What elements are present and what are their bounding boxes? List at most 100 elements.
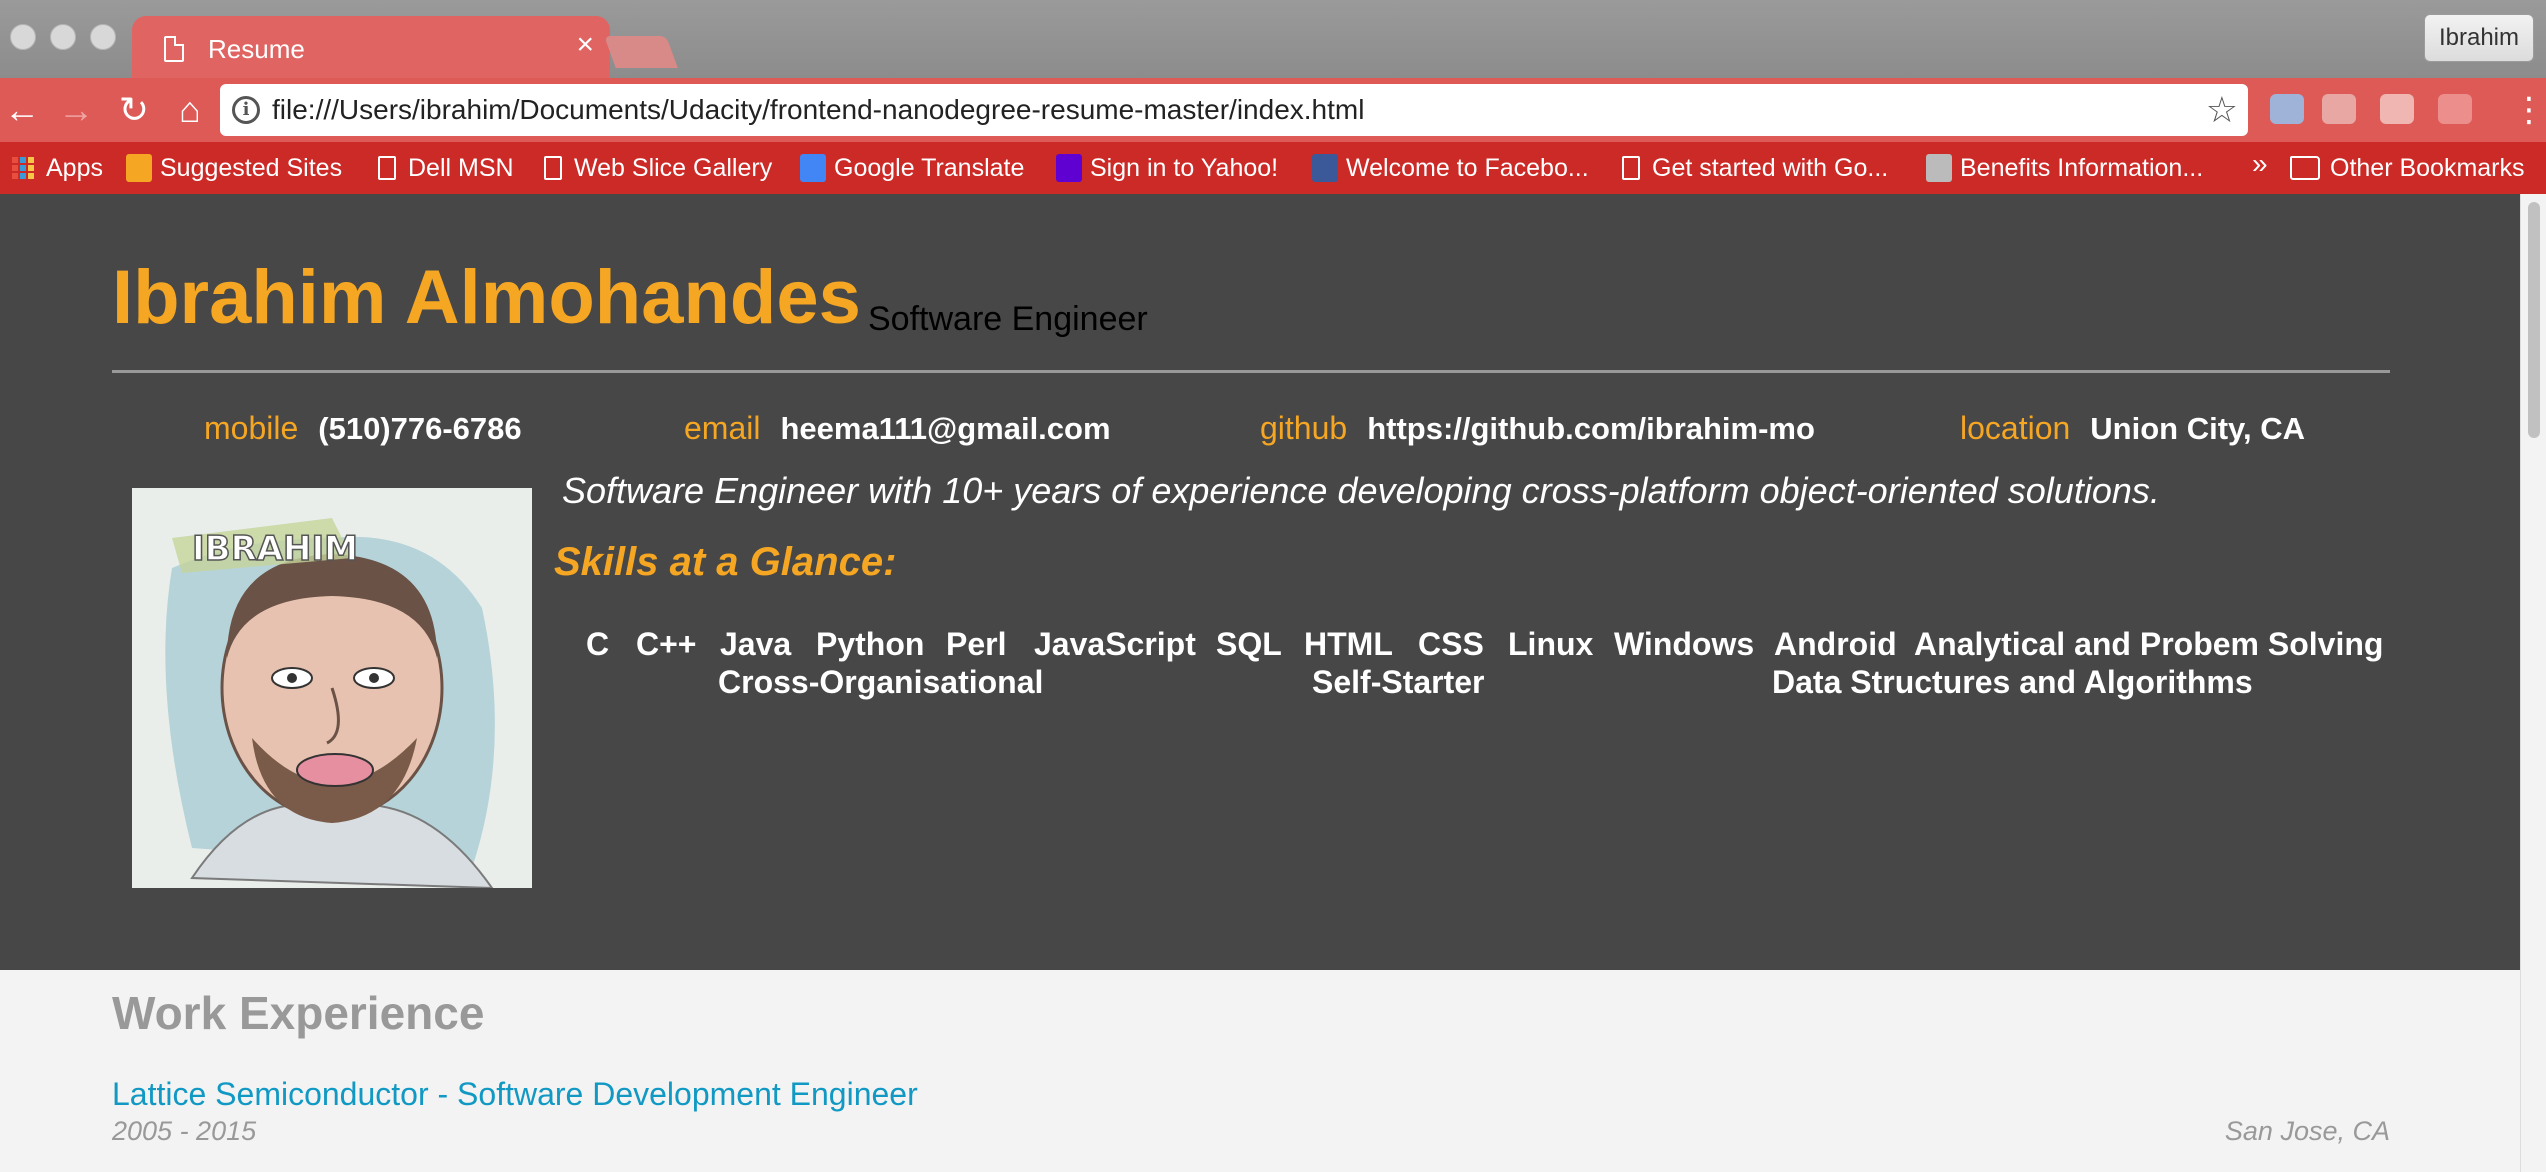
welcome-message: Software Engineer with 10+ years of expe… xyxy=(562,470,2160,511)
pdf-extension-icon[interactable] xyxy=(2322,94,2356,124)
bookmarks-bar: Apps Suggested Sites Dell MSN Web Slice … xyxy=(0,142,2546,194)
dropbox-extension-icon[interactable] xyxy=(2438,94,2472,124)
contact-label: github xyxy=(1260,410,1348,446)
bookmark-label: Benefits Information... xyxy=(1960,153,2204,182)
bookmark-label: Other Bookmarks xyxy=(2330,153,2525,182)
page-icon xyxy=(378,156,396,180)
contact-value: (510)776-6786 xyxy=(318,411,522,446)
skill-item: CSS xyxy=(1418,626,1484,662)
facebook-icon xyxy=(1312,154,1338,182)
bookmarks-overflow-chevron-icon[interactable]: » xyxy=(2252,148,2268,180)
bookmark-other-bookmarks[interactable]: Other Bookmarks xyxy=(2290,151,2525,185)
resume-header: Ibrahim Almohandes Software Engineer mob… xyxy=(0,194,2520,970)
close-icon[interactable]: × xyxy=(576,30,594,60)
page-scrollbar[interactable] xyxy=(2520,194,2546,1172)
bookmark-apps[interactable]: Apps xyxy=(12,151,103,185)
bookmark-dell-msn[interactable]: Dell MSN xyxy=(378,151,514,185)
cloud-extension-icon[interactable] xyxy=(2270,94,2304,124)
browser-toolbar: ← → ↻ ⌂ i file:///Users/ibrahim/Document… xyxy=(0,78,2546,142)
work-experience-heading: Work Experience xyxy=(112,987,485,1039)
contact-value: heema111@gmail.com xyxy=(780,411,1111,446)
header-divider xyxy=(112,370,2390,373)
tab-resume[interactable]: Resume × xyxy=(132,16,610,78)
bookmark-benefits[interactable]: Benefits Information... xyxy=(1926,151,2203,185)
bookmark-suggested-sites[interactable]: Suggested Sites xyxy=(126,151,342,185)
lightbulb-icon xyxy=(126,154,152,182)
address-bar[interactable]: i file:///Users/ibrahim/Documents/Udacit… xyxy=(220,84,2248,136)
contact-value: https://github.com/ibrahim-mo xyxy=(1367,411,1815,446)
page-icon xyxy=(544,156,562,180)
bookmark-label: Google Translate xyxy=(834,153,1025,182)
skill-item: SQL xyxy=(1216,626,1282,662)
bookmark-label: Dell MSN xyxy=(408,153,514,182)
skill-item: C++ xyxy=(636,626,697,662)
profile-caricature: IBRAHIM xyxy=(132,488,532,888)
skill-item: Windows xyxy=(1614,626,1755,662)
bookmark-star-icon[interactable]: ☆ xyxy=(2206,88,2238,132)
page-icon xyxy=(164,36,184,62)
google-translate-icon xyxy=(800,154,826,182)
yahoo-icon xyxy=(1056,154,1082,182)
reload-icon[interactable]: ↻ xyxy=(112,88,156,132)
caricature-drawing: IBRAHIM xyxy=(132,488,532,888)
url-text[interactable]: file:///Users/ibrahim/Documents/Udacity/… xyxy=(272,94,1364,126)
job-dates: 2005 - 2015 xyxy=(112,1116,257,1146)
skill-item: Android xyxy=(1774,626,1897,662)
skill-item: Self-Starter xyxy=(1312,664,1485,700)
resume-name: Ibrahim Almohandes xyxy=(112,255,861,340)
home-icon[interactable]: ⌂ xyxy=(168,88,212,132)
scrollbar-thumb[interactable] xyxy=(2528,202,2540,438)
apps-grid-icon xyxy=(12,157,36,179)
screenshot-extension-icon[interactable] xyxy=(2380,94,2414,124)
page-viewport: Ibrahim Almohandes Software Engineer mob… xyxy=(0,194,2520,1172)
skill-item: C xyxy=(586,626,610,662)
bookmark-yahoo[interactable]: Sign in to Yahoo! xyxy=(1056,151,1278,185)
resume-role: Software Engineer xyxy=(868,300,1148,338)
bookmark-web-slice-gallery[interactable]: Web Slice Gallery xyxy=(544,151,772,185)
skill-item: Cross-Organisational xyxy=(718,664,1044,700)
bookmark-label: Welcome to Facebo... xyxy=(1346,153,1589,182)
minimize-window-button[interactable] xyxy=(50,24,76,50)
bookmark-facebook[interactable]: Welcome to Facebo... xyxy=(1312,151,1589,185)
skill-item: Data Structures and Algorithms xyxy=(1772,664,2253,700)
forward-arrow-icon[interactable]: → xyxy=(54,88,98,132)
zoom-window-button[interactable] xyxy=(90,24,116,50)
folder-icon xyxy=(2290,156,2320,180)
skills-heading: Skills at a Glance: xyxy=(554,540,897,584)
bookmark-get-started[interactable]: Get started with Go... xyxy=(1622,151,1888,185)
skill-item: Analytical and Probem Solving xyxy=(1914,626,2384,662)
contact-github: github https://github.com/ibrahim-mo xyxy=(1260,410,1815,454)
tab-title: Resume xyxy=(208,34,305,64)
contact-email: email heema111@gmail.com xyxy=(684,410,1111,454)
contact-label: location xyxy=(1960,410,2071,446)
skill-item: Java xyxy=(720,626,792,662)
job-title-link[interactable]: Lattice Semiconductor - Software Develop… xyxy=(112,1076,918,1113)
bookmark-google-translate[interactable]: Google Translate xyxy=(800,151,1024,185)
bookmark-label: Sign in to Yahoo! xyxy=(1090,153,1279,182)
contact-label: email xyxy=(684,410,761,446)
skill-item: JavaScript xyxy=(1034,626,1196,662)
info-icon[interactable]: i xyxy=(232,96,260,124)
contact-mobile: mobile (510)776-6786 xyxy=(204,410,522,454)
back-arrow-icon[interactable]: ← xyxy=(0,88,44,132)
contact-value: Union City, CA xyxy=(2090,411,2305,446)
caricature-signature: IBRAHIM xyxy=(192,529,358,569)
bookmark-label: Web Slice Gallery xyxy=(574,153,773,182)
skill-item: Python xyxy=(816,626,925,662)
bookmark-label: Suggested Sites xyxy=(160,153,343,182)
skill-item: Perl xyxy=(946,626,1007,662)
job-location: San Jose, CA xyxy=(2224,1116,2390,1146)
page-icon xyxy=(1622,156,1640,180)
close-window-button[interactable] xyxy=(10,24,36,50)
bookmark-label: Get started with Go... xyxy=(1652,153,1889,182)
new-tab-button[interactable] xyxy=(604,36,678,68)
benefits-site-icon xyxy=(1926,154,1952,182)
skill-item: HTML xyxy=(1304,626,1393,662)
skill-item: Linux xyxy=(1508,626,1594,662)
bookmark-label: Apps xyxy=(46,153,103,182)
contact-label: mobile xyxy=(204,410,299,446)
contact-location: location Union City, CA xyxy=(1960,410,2305,454)
profile-button[interactable]: Ibrahim xyxy=(2423,14,2534,62)
work-experience-section: Work Experience Lattice Semiconductor - … xyxy=(0,970,2520,1172)
menu-dots-icon[interactable]: ⋮ xyxy=(2512,90,2546,130)
